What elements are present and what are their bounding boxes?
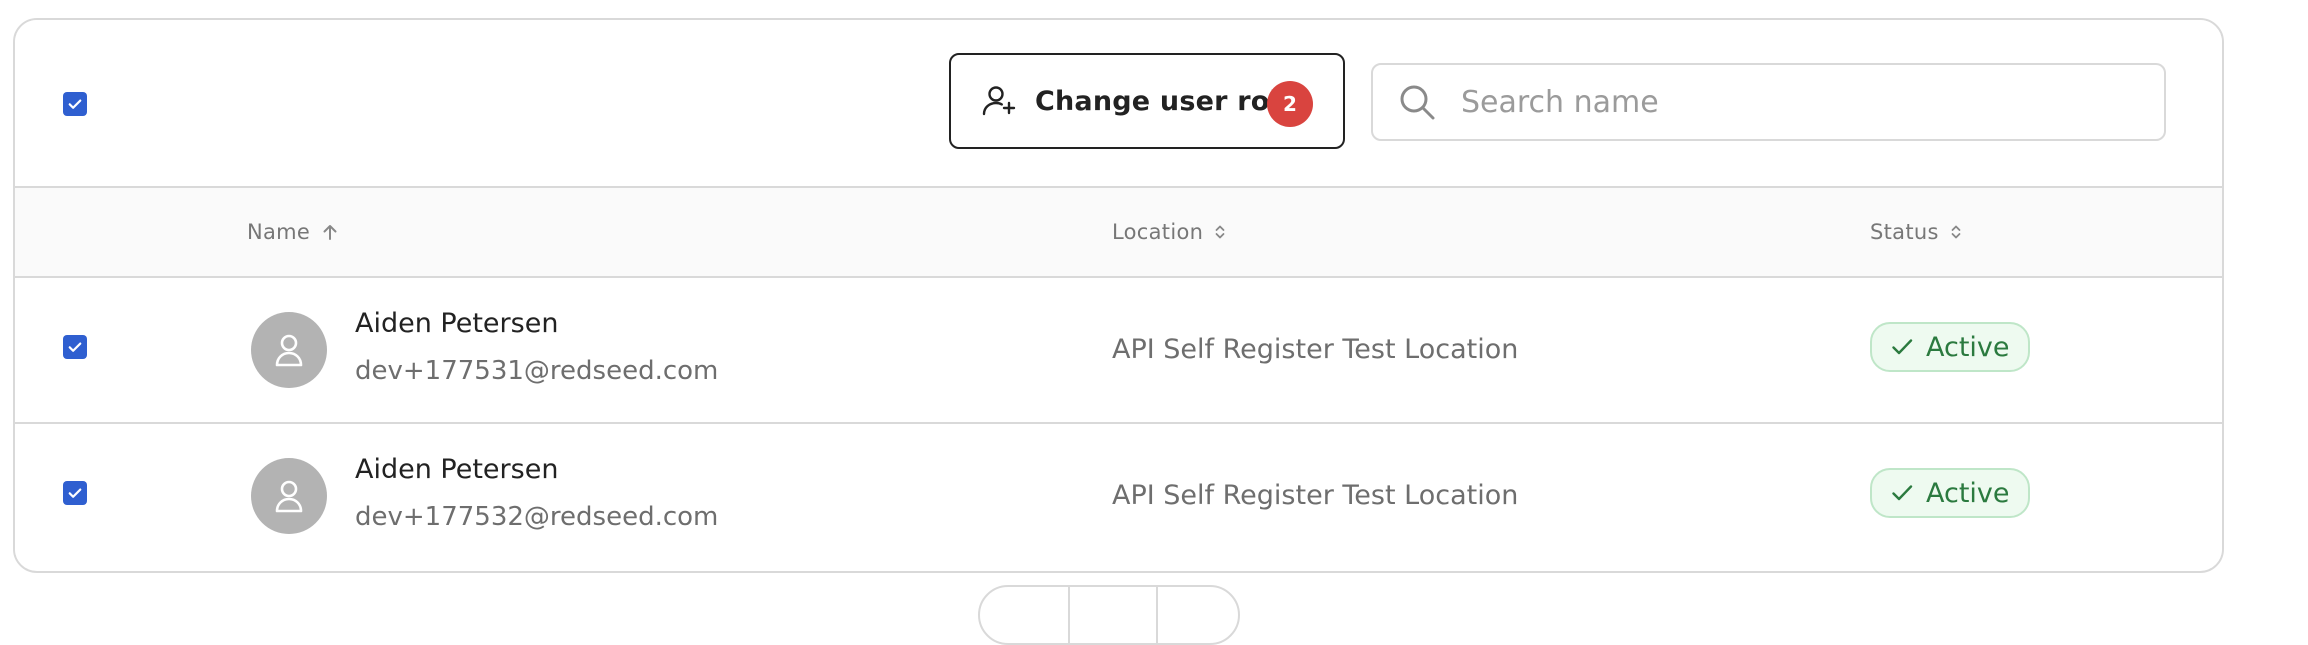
arrow-up-icon [320,222,340,242]
column-header-name-label: Name [247,220,311,244]
user-icon [275,334,303,367]
row-checkbox[interactable] [63,481,87,505]
user-icon [275,480,303,513]
selected-count-badge: 2 [1267,81,1313,127]
check-icon [68,99,82,109]
status-label: Active [1926,477,2010,509]
table-row: Aiden Petersen dev+177531@redseed.com AP… [15,278,2222,424]
sort-icon [1949,222,1963,242]
search-icon [1400,85,1435,120]
user-email: dev+177531@redseed.com [355,356,719,386]
user-name: Aiden Petersen [355,308,559,339]
users-table-card: Change user role 2 Name Location [13,18,2224,573]
status-badge: Active [1870,322,2030,372]
pagination-divider [1068,587,1070,643]
column-header-status-label: Status [1870,220,1939,244]
table-row: Aiden Petersen dev+177532@redseed.com AP… [15,424,2222,568]
user-location: API Self Register Test Location [1112,334,1519,365]
column-header-status[interactable]: Status [1870,188,1963,276]
search-input[interactable] [1459,83,2143,121]
table-header: Name Location Status [15,188,2222,278]
row-checkbox[interactable] [63,335,87,359]
avatar [251,312,327,388]
status-badge: Active [1870,468,2030,518]
user-location: API Self Register Test Location [1112,480,1519,511]
pagination[interactable] [978,585,1240,645]
user-name: Aiden Petersen [355,454,559,485]
change-user-role-button[interactable]: Change user role 2 [949,53,1345,149]
check-icon [68,488,82,498]
search-box [1371,63,2166,141]
user-email: dev+177532@redseed.com [355,502,719,532]
user-plus-icon [982,86,1016,116]
column-header-name[interactable]: Name [247,188,340,276]
status-label: Active [1926,331,2010,363]
column-header-location-label: Location [1112,220,1204,244]
select-all-checkbox[interactable] [63,92,87,116]
sort-icon [1213,222,1227,242]
check-icon [1892,339,1913,355]
check-icon [68,342,82,352]
avatar [251,458,327,534]
column-header-location[interactable]: Location [1112,188,1227,276]
table-toolbar: Change user role 2 [15,20,2222,188]
check-icon [1892,485,1913,501]
change-user-role-label: Change user role [1035,85,1298,117]
pagination-divider [1156,587,1158,643]
